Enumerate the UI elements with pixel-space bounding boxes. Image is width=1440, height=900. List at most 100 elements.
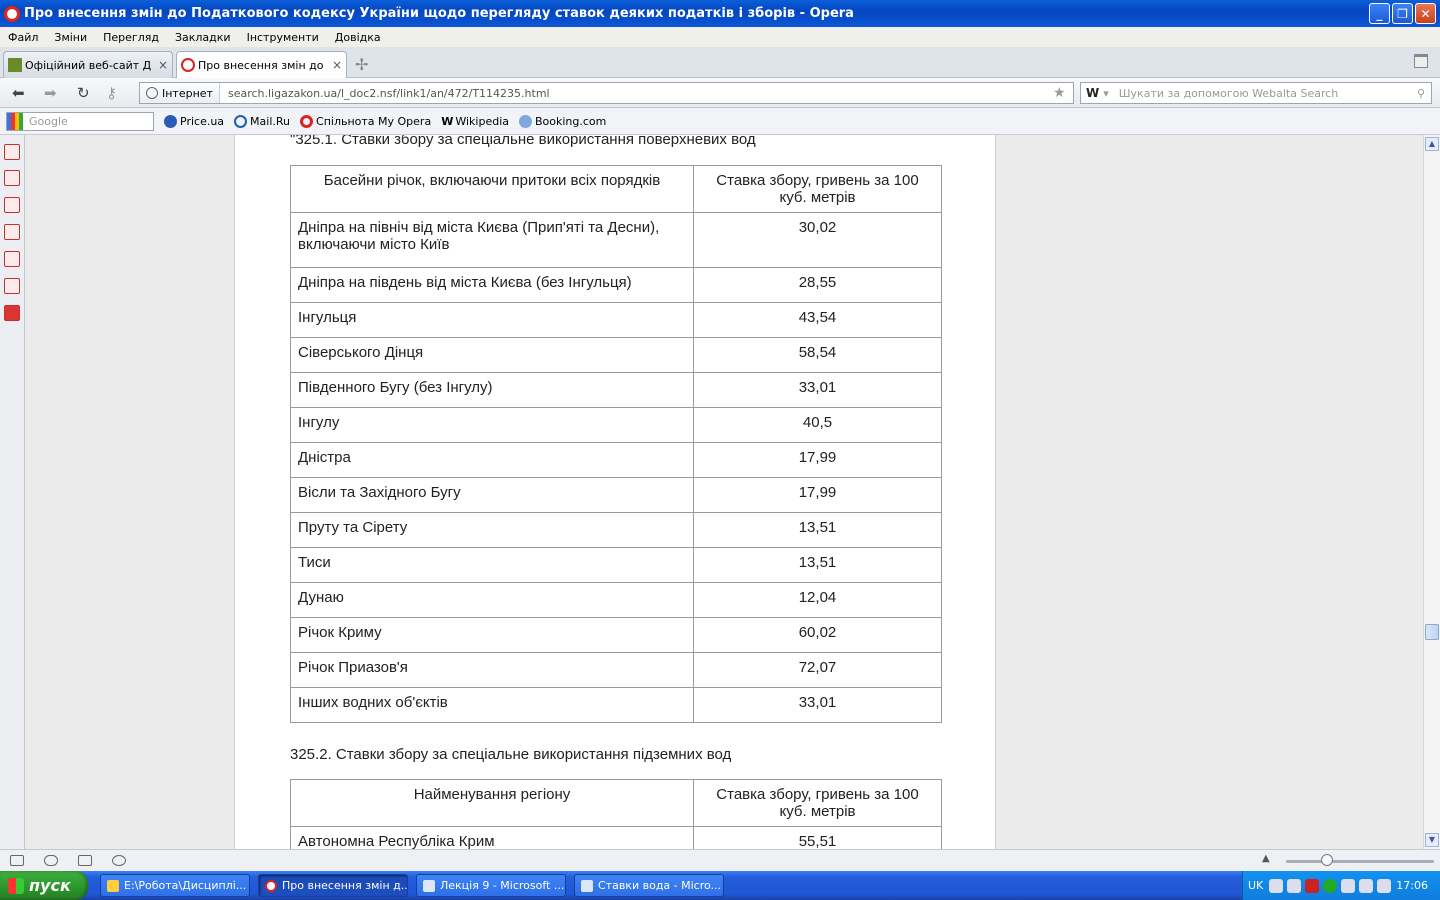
header-region: Найменування регіону [290, 779, 694, 827]
tray-security-icon[interactable] [1287, 878, 1302, 893]
url-text[interactable]: search.ligazakon.ua/l_doc2.nsf/link1/an/… [220, 87, 1053, 100]
tray-antivirus-icon[interactable] [1305, 878, 1320, 893]
bookmark-wikipedia[interactable]: W Wikipedia [441, 115, 509, 128]
forward-icon[interactable]: ➡ [44, 84, 57, 102]
reload-icon[interactable]: ↻ [77, 84, 90, 102]
rate-cell: 30,02 [693, 212, 942, 268]
security-badge[interactable]: Інтернет [140, 83, 220, 103]
menu-view[interactable]: Перегляд [95, 31, 167, 44]
status-bar: ▲ [0, 849, 1440, 871]
basin-cell: Пруту та Сірету [290, 512, 694, 548]
table-row: Дністра 17,99 [290, 442, 942, 478]
bookmark-label: Спільнота My Opera [316, 114, 432, 128]
menu-tools[interactable]: Інструменти [239, 31, 327, 44]
panel-share-icon[interactable] [4, 305, 20, 321]
address-bar[interactable]: Інтернет search.ligazakon.ua/l_doc2.nsf/… [139, 82, 1074, 104]
tab-bar: Офіційний веб-сайт Де... × Про внесення … [0, 47, 1440, 78]
panel-contacts-icon[interactable] [4, 197, 20, 213]
tray-network-icon[interactable] [1269, 878, 1284, 893]
rate-cell: 43,54 [693, 302, 942, 338]
panel-mail-icon[interactable] [4, 170, 20, 186]
minimize-button[interactable]: _ [1369, 3, 1390, 24]
speed-dial-icon[interactable] [112, 855, 126, 866]
tab-official-site[interactable]: Офіційний веб-сайт Де... × [3, 51, 173, 78]
booking-icon [519, 114, 532, 128]
back-icon[interactable]: ⬅ [12, 84, 25, 102]
taskbar-item-excel[interactable]: Ставки вода - Micro... [574, 874, 724, 897]
bookmark-booking[interactable]: Booking.com [519, 114, 606, 128]
spreadsheet-icon [581, 879, 593, 892]
rate-cell: 33,01 [693, 372, 942, 408]
new-tab-icon[interactable]: ✢ [355, 55, 368, 74]
panel-bookmarks-icon[interactable] [4, 144, 20, 160]
rate-cell: 40,5 [693, 407, 942, 443]
tray-display-icon[interactable] [1377, 878, 1392, 893]
document-page: "325.1. Ставки збору за спеціальне викор… [234, 135, 996, 849]
cloud-icon[interactable] [44, 855, 58, 866]
rate-cell: 17,99 [693, 442, 942, 478]
taskbar-item-word[interactable]: Лекція 9 - Microsoft ... [416, 874, 566, 897]
menu-help[interactable]: Довідка [327, 31, 389, 44]
header-rate: Ставка збору, гривень за 100 куб. метрів [693, 779, 942, 827]
share-icon[interactable] [78, 855, 92, 866]
tray-connection-icon[interactable] [1359, 878, 1374, 893]
bookmark-label: Price.ua [180, 114, 225, 128]
rate-cell: 13,51 [693, 512, 942, 548]
taskbar-item-opera[interactable]: Про внесення змін д... [258, 874, 408, 897]
panel-print-icon[interactable] [4, 278, 20, 294]
zoom-slider-knob[interactable] [1321, 854, 1333, 866]
zoom-slider[interactable] [1286, 860, 1434, 863]
globe-icon [146, 87, 158, 99]
panel-toggle-icon[interactable] [10, 855, 24, 866]
language-indicator[interactable]: UK [1248, 879, 1263, 892]
key-icon[interactable]: ⚷ [106, 84, 117, 102]
bookmarks-bar: Google Price.ua Mail.Ru Спільнота My Ope… [0, 108, 1440, 135]
table-header-row: Найменування регіону Ставка збору, гриве… [290, 779, 942, 827]
scroll-up-icon[interactable]: ▲ [1425, 137, 1439, 151]
menu-edit[interactable]: Зміни [46, 31, 95, 44]
trident-icon [8, 58, 22, 72]
bookmark-my-opera[interactable]: Спільнота My Opera [300, 114, 432, 128]
header-basins: Басейни річок, включаючи притоки всіх по… [290, 165, 694, 213]
menu-file[interactable]: Файл [0, 31, 46, 44]
section-heading-325-2: 325.2. Ставки збору за спеціальне викори… [290, 746, 732, 763]
table-row: Вісли та Західного Бугу 17,99 [290, 477, 942, 513]
panel-info-icon[interactable] [4, 251, 20, 267]
basin-cell: Вісли та Західного Бугу [290, 477, 694, 513]
window-titlebar[interactable]: Про внесення змін до Податкового кодексу… [0, 0, 1440, 27]
side-panel [0, 135, 25, 849]
bookmark-price-ua[interactable]: Price.ua [164, 114, 225, 128]
folder-icon [107, 879, 119, 892]
panel-transfers-icon[interactable] [4, 224, 20, 240]
google-search-field[interactable]: Google [6, 111, 154, 131]
close-tab-icon[interactable]: × [158, 58, 168, 72]
tray-at-icon[interactable] [1323, 878, 1338, 893]
search-box[interactable]: W ▾ Шукати за допомогою Webalta Search ⚲ [1080, 82, 1432, 104]
chevron-up-icon[interactable]: ▲ [1262, 853, 1270, 864]
page-viewport[interactable]: "325.1. Ставки збору за спеціальне викор… [25, 135, 1423, 849]
tab-current-doc[interactable]: Про внесення змін до П... × [176, 51, 347, 78]
close-window-button[interactable]: ✕ [1415, 3, 1436, 24]
maximize-button[interactable]: ❐ [1392, 3, 1413, 24]
chevron-down-icon[interactable]: ▾ [1103, 87, 1109, 100]
menu-bookmarks[interactable]: Закладки [167, 31, 239, 44]
clock[interactable]: 17:06 [1396, 879, 1428, 892]
scroll-down-icon[interactable]: ▼ [1425, 833, 1439, 847]
bookmark-label: Wikipedia [455, 114, 509, 128]
taskbar-item-explorer[interactable]: E:\Робота\Дисциплі... [100, 874, 250, 897]
vertical-scrollbar[interactable]: ▲ ▼ [1423, 135, 1440, 849]
tray-tools-icon[interactable] [1341, 878, 1356, 893]
start-button[interactable]: пуск [0, 871, 88, 900]
basin-cell: Інгулу [290, 407, 694, 443]
scrollbar-thumb[interactable] [1425, 624, 1439, 640]
basin-cell: Річок Приазов'я [290, 652, 694, 688]
tab-label: Про внесення змін до П... [198, 58, 326, 72]
search-icon[interactable]: ⚲ [1417, 87, 1425, 100]
bookmark-star-icon[interactable]: ★ [1053, 85, 1073, 101]
bookmark-mail-ru[interactable]: Mail.Ru [234, 114, 290, 128]
basin-cell: Сіверського Дінця [290, 337, 694, 373]
trash-icon[interactable] [1414, 54, 1428, 68]
search-input[interactable]: Шукати за допомогою Webalta Search [1119, 87, 1417, 100]
close-tab-icon[interactable]: × [332, 58, 342, 72]
webalta-engine-icon[interactable]: W [1086, 86, 1099, 100]
